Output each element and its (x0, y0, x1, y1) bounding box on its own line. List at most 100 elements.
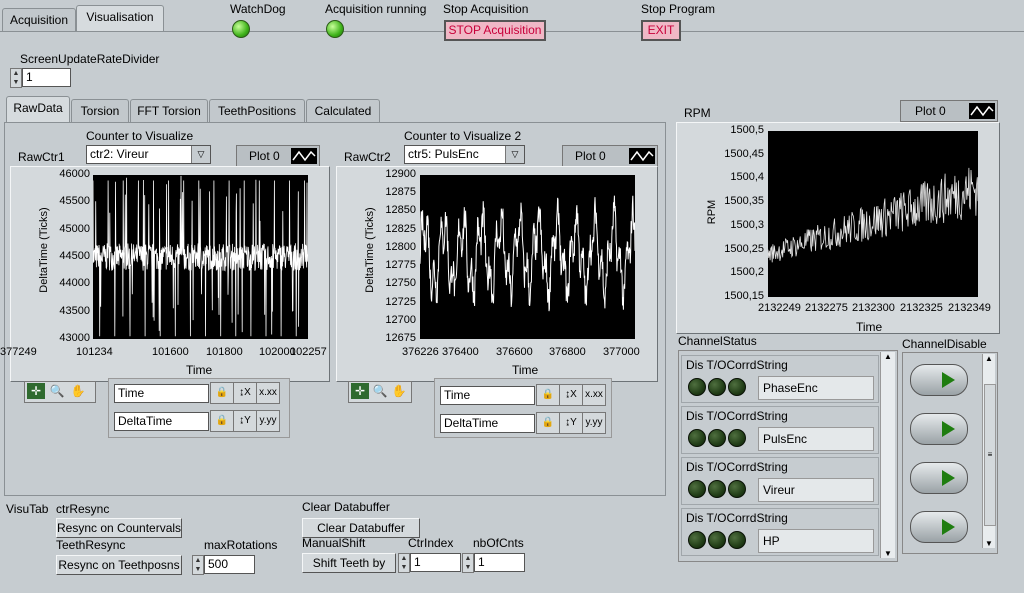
ctrindex-input[interactable]: 1 (410, 553, 461, 572)
tab-teethpositions[interactable]: TeethPositions (209, 99, 305, 122)
y-tick-label: 1500,35 (724, 195, 764, 208)
autoscale-x-icon[interactable]: ↨X (233, 382, 257, 404)
line-sample-icon (629, 148, 655, 164)
lock-icon[interactable]: 🔒 (536, 412, 560, 434)
y-tick-label: 44000 (59, 277, 90, 290)
maxrotations-spinner[interactable]: ▲ ▼ (192, 555, 204, 575)
nbofcnts-label: nbOfCnts (473, 536, 524, 550)
tab-label: FFT Torsion (137, 104, 201, 118)
y-tick-label: 12675 (385, 332, 416, 344)
y-tick-label: 1500,5 (730, 124, 764, 136)
y-tick-label: 12775 (385, 259, 416, 272)
rpm-title: RPM (684, 106, 711, 120)
disable-channel-1-button[interactable] (910, 364, 968, 396)
status-led (728, 480, 746, 498)
tab-label: Visualisation (86, 10, 154, 24)
disable-channel-4-button[interactable] (910, 511, 968, 543)
disable-channel-2-button[interactable] (910, 413, 968, 445)
tab-label: RawData (13, 101, 63, 115)
lock-icon[interactable]: 🔒 (210, 382, 234, 404)
autoscale-y-icon[interactable]: ↨Y (233, 410, 257, 432)
status-led (728, 429, 746, 447)
rawctr1-trace (92, 175, 309, 337)
counter-select-1[interactable]: ctr2: Vireur ▽ (86, 145, 211, 164)
zoom-icon[interactable]: 🔍 (371, 383, 389, 399)
play-icon (942, 470, 955, 486)
tab-fft-torsion[interactable]: FFT Torsion (130, 99, 208, 122)
format-x-icon[interactable]: x.xx (256, 382, 280, 404)
zoom-icon[interactable]: 🔍 (48, 383, 66, 399)
rawctr2-y-name[interactable]: DeltaTime (440, 414, 535, 433)
series-line (92, 175, 309, 337)
series-line (419, 195, 636, 312)
rawctr2-xlabel: Time (512, 363, 539, 377)
channel-status-scrollbar[interactable]: ▲ ▼ (880, 352, 895, 558)
pan-hand-icon[interactable]: ✋ (69, 383, 87, 399)
y-tick-label: 1500,3 (730, 218, 764, 231)
tab-label: TeethPositions (217, 104, 297, 118)
autoscale-x-icon[interactable]: ↨X (559, 384, 583, 406)
ctrindex-spinner[interactable]: ▲ ▼ (398, 553, 410, 573)
stop-acquisition-button[interactable]: STOP Acquisition (444, 20, 546, 41)
nbofcnts-spinner[interactable]: ▲ ▼ (462, 553, 474, 573)
nbofcnts-input[interactable]: 1 (474, 553, 525, 572)
format-y-icon[interactable]: y.yy (256, 410, 280, 432)
ctrindex-label: CtrIndex (408, 536, 454, 550)
shift-teeth-button[interactable]: Shift Teeth by (302, 553, 396, 573)
channel-name: Vireur (758, 478, 874, 502)
lock-icon[interactable]: 🔒 (536, 384, 560, 406)
x-tick-label: 101600 (152, 346, 189, 358)
channel-name: PulsEnc (758, 427, 874, 451)
status-led (728, 378, 746, 396)
rpm-xlabel: Time (856, 320, 883, 334)
channel-name: HP (758, 529, 874, 553)
screen-update-input[interactable]: 1 (22, 68, 71, 87)
y-tick-label: 44500 (59, 250, 90, 262)
tab-torsion[interactable]: Torsion (71, 99, 129, 122)
rpm-plot (767, 131, 979, 297)
tab-acquisition[interactable]: Acquisition (2, 8, 76, 31)
pan-hand-icon[interactable]: ✋ (390, 383, 408, 399)
chevron-down-icon[interactable]: ▽ (191, 146, 210, 163)
y-tick-label: 43500 (59, 304, 90, 317)
chevron-down-icon[interactable]: ▽ (505, 146, 524, 163)
visutab-label: VisuTab (6, 502, 49, 516)
rawctr1-y-name[interactable]: DeltaTime (114, 412, 209, 431)
crosshair-icon[interactable]: ✛ (351, 383, 369, 399)
maxrotations-input[interactable]: 500 (204, 555, 255, 574)
disable-channel-3-button[interactable] (910, 462, 968, 494)
tab-rawdata[interactable]: RawData (6, 96, 70, 122)
rawctr2-legend[interactable]: Plot 0 (562, 145, 658, 167)
screen-update-spinner[interactable]: ▲ ▼ (10, 68, 22, 88)
rawctr1-x-name[interactable]: Time (114, 384, 209, 403)
acq-running-label: Acquisition running (325, 2, 427, 16)
autoscale-y-icon[interactable]: ↨Y (559, 412, 583, 434)
x-tick-label: 2132249 (758, 302, 801, 314)
rawctr1-legend[interactable]: Plot 0 (236, 145, 320, 167)
channel-item: Dis T/OCorrdString PhaseEnc (681, 355, 879, 403)
counter-select-2[interactable]: ctr5: PulsEnc ▽ (404, 145, 525, 164)
x-tick-label: 376400 (442, 346, 479, 358)
rpm-legend[interactable]: Plot 0 (900, 100, 998, 122)
legend-label: Plot 0 (249, 149, 280, 163)
exit-button[interactable]: EXIT (641, 20, 681, 41)
clear-databuffer-button[interactable]: Clear Databuffer (302, 518, 420, 538)
series-line (767, 167, 979, 263)
status-led (708, 480, 726, 498)
format-y-icon[interactable]: y.yy (582, 412, 606, 434)
y-tick-label: 1500,25 (724, 242, 764, 255)
rawctr1-plot (92, 175, 309, 339)
channel-disable-scrollbar[interactable]: ▲ ≡ ▼ (982, 354, 996, 548)
crosshair-icon[interactable]: ✛ (27, 383, 45, 399)
lock-icon[interactable]: 🔒 (210, 410, 234, 432)
tab-visualisation[interactable]: Visualisation (76, 5, 164, 31)
status-led (708, 429, 726, 447)
resync-teethposns-button[interactable]: Resync on Teethposns (56, 555, 182, 575)
format-x-icon[interactable]: x.xx (582, 384, 606, 406)
channel-item: Dis T/OCorrdString HP (681, 508, 879, 556)
x-tick-label: 377000 (603, 346, 640, 358)
resync-countervals-button[interactable]: Resync on Countervals (56, 518, 182, 538)
rawctr2-x-name[interactable]: Time (440, 386, 535, 405)
play-icon (942, 421, 955, 437)
tab-calculated[interactable]: Calculated (306, 99, 380, 122)
